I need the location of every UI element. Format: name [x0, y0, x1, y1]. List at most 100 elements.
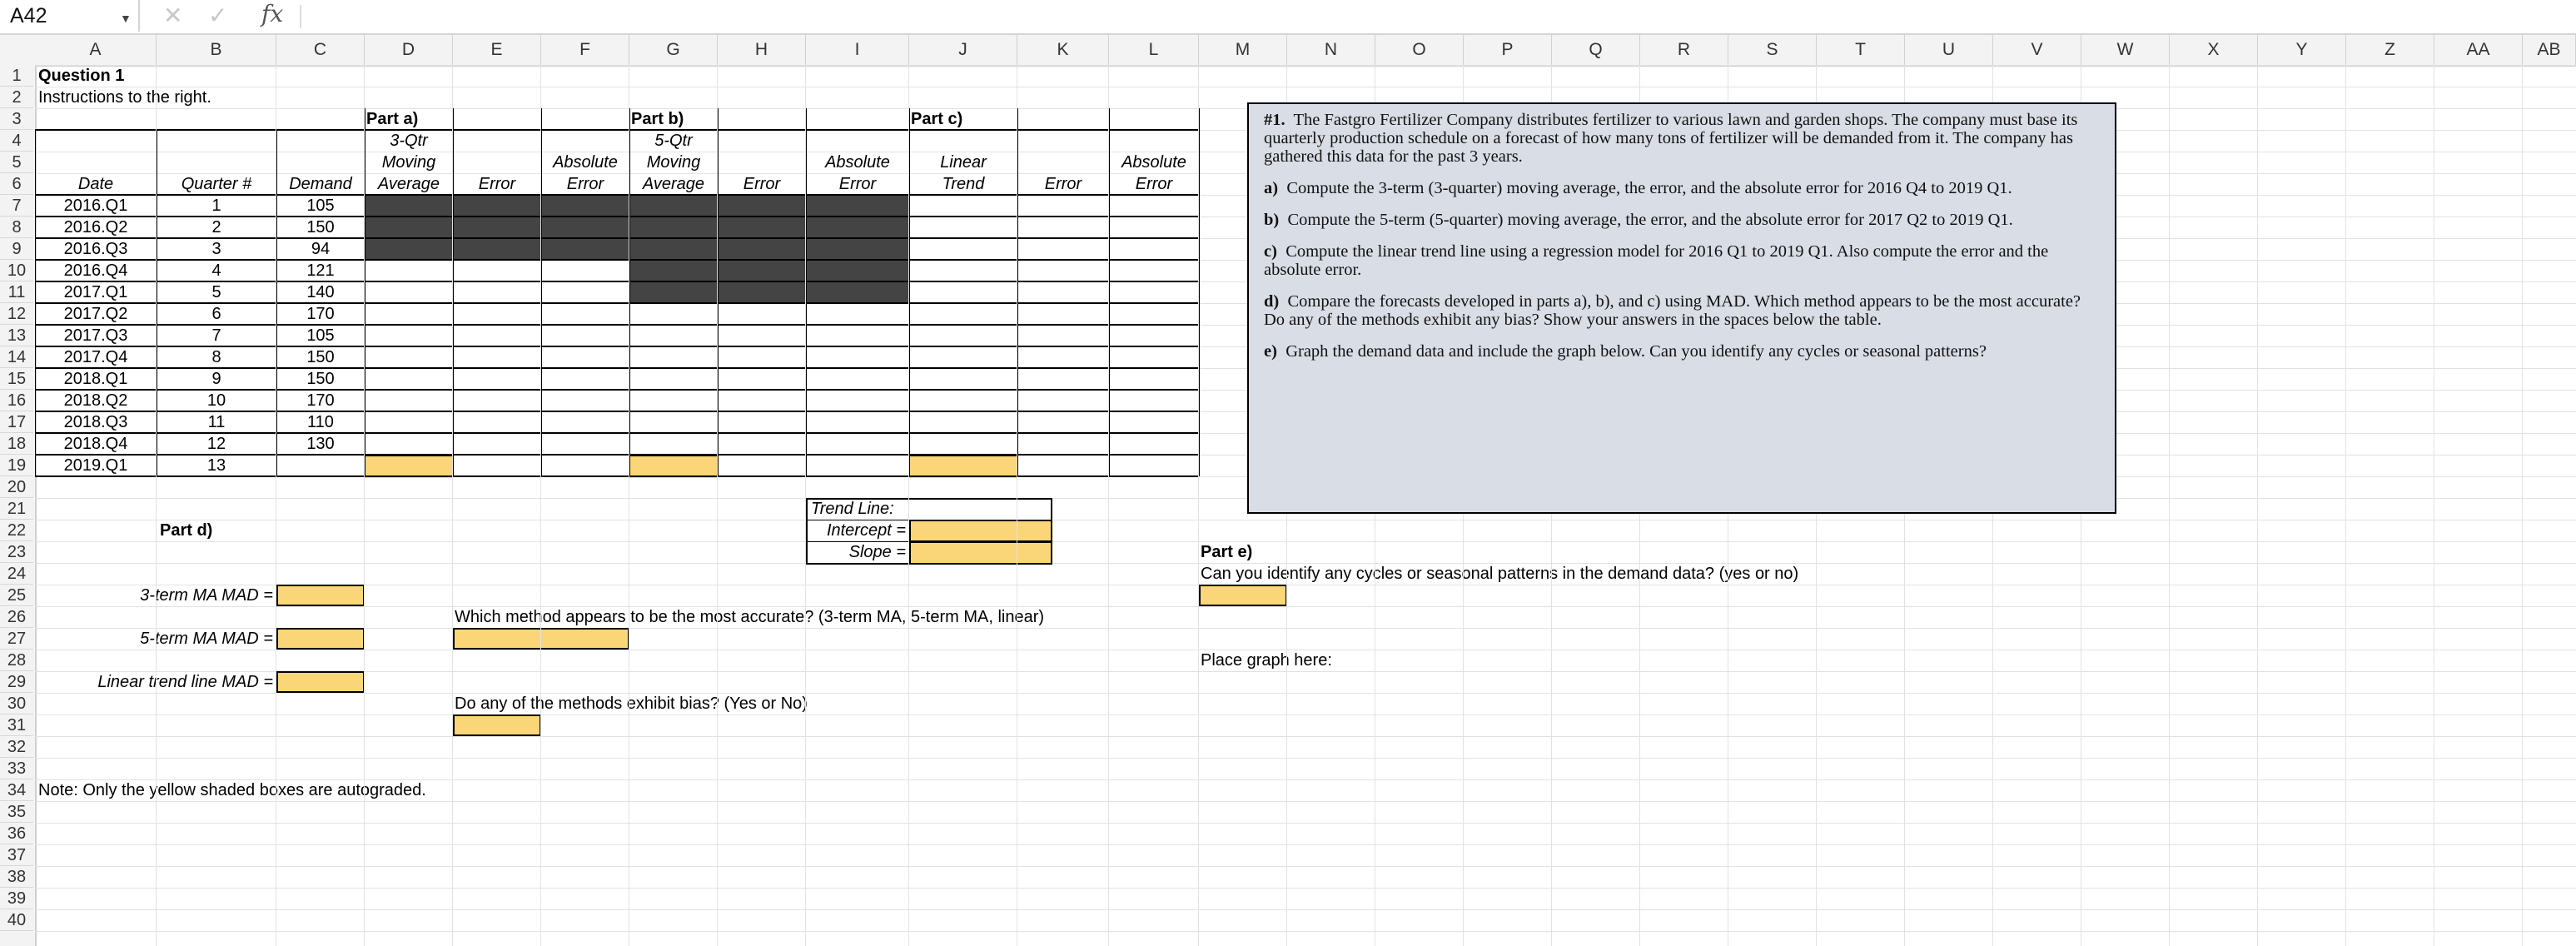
- row-header-7[interactable]: 7: [0, 195, 33, 217]
- cell-date-16[interactable]: 2018.Q2: [35, 390, 157, 411]
- cell-d-12[interactable]: 170: [276, 303, 365, 325]
- row-header-21[interactable]: 21: [0, 498, 33, 520]
- cell-q-19[interactable]: 13: [157, 455, 276, 476]
- column-header-b[interactable]: B: [157, 35, 276, 65]
- cell-date-8[interactable]: 2016.Q2: [35, 217, 157, 238]
- column-header-r[interactable]: R: [1640, 35, 1728, 65]
- row-header-22[interactable]: 22: [0, 520, 33, 541]
- cell-date-10[interactable]: 2016.Q4: [35, 260, 157, 281]
- column-header-k[interactable]: K: [1017, 35, 1109, 65]
- cell-d-10[interactable]: 121: [276, 260, 365, 281]
- cell-d-16[interactable]: 170: [276, 390, 365, 411]
- cell-date-9[interactable]: 2016.Q3: [35, 238, 157, 260]
- row-header-20[interactable]: 20: [0, 476, 33, 498]
- mad-3-input[interactable]: [276, 585, 365, 606]
- cell-date-15[interactable]: 2018.Q1: [35, 368, 157, 390]
- row-header-5[interactable]: 5: [0, 152, 33, 173]
- column-header-f[interactable]: F: [541, 35, 629, 65]
- row-header-37[interactable]: 37: [0, 844, 33, 866]
- column-header-p[interactable]: P: [1464, 35, 1552, 65]
- chevron-down-icon[interactable]: ▼: [120, 12, 132, 25]
- slope-input[interactable]: [909, 541, 1052, 565]
- column-header-c[interactable]: C: [276, 35, 365, 65]
- column-header-y[interactable]: Y: [2258, 35, 2346, 65]
- column-header-aa[interactable]: AA: [2434, 35, 2523, 65]
- row-header-23[interactable]: 23: [0, 541, 33, 563]
- mad-5-input[interactable]: [276, 628, 365, 650]
- cell-d-18[interactable]: 130: [276, 433, 365, 455]
- cell-date-7[interactable]: 2016.Q1: [35, 195, 157, 217]
- name-box[interactable]: A42: [0, 0, 140, 32]
- row-header-17[interactable]: 17: [0, 411, 33, 433]
- column-header-w[interactable]: W: [2081, 35, 2170, 65]
- column-header-t[interactable]: T: [1817, 35, 1905, 65]
- column-header-ab[interactable]: AB: [2523, 35, 2576, 65]
- cell-date-12[interactable]: 2017.Q2: [35, 303, 157, 325]
- row-header-40[interactable]: 40: [0, 909, 33, 931]
- row-header-11[interactable]: 11: [0, 281, 33, 303]
- cell-d-7[interactable]: 105: [276, 195, 365, 217]
- check-icon[interactable]: ✓: [208, 2, 227, 29]
- row-header-15[interactable]: 15: [0, 368, 33, 390]
- answer-5qtr-ma-2019q1[interactable]: [629, 455, 718, 478]
- row-header-29[interactable]: 29: [0, 671, 33, 693]
- cell-q-12[interactable]: 6: [157, 303, 276, 325]
- row-header-6[interactable]: 6: [0, 173, 33, 195]
- cell-date-11[interactable]: 2017.Q1: [35, 281, 157, 303]
- column-header-e[interactable]: E: [453, 35, 541, 65]
- column-header-q[interactable]: Q: [1552, 35, 1640, 65]
- row-header-24[interactable]: 24: [0, 563, 33, 585]
- row-header-18[interactable]: 18: [0, 433, 33, 455]
- cell-d-9[interactable]: 94: [276, 238, 365, 260]
- column-header-h[interactable]: H: [718, 35, 806, 65]
- row-header-13[interactable]: 13: [0, 325, 33, 346]
- row-header-10[interactable]: 10: [0, 260, 33, 281]
- cell-q-16[interactable]: 10: [157, 390, 276, 411]
- column-header-z[interactable]: Z: [2346, 35, 2434, 65]
- row-header-31[interactable]: 31: [0, 714, 33, 736]
- column-header-a[interactable]: A: [35, 35, 157, 65]
- cell-date-19[interactable]: 2019.Q1: [35, 455, 157, 476]
- column-header-v[interactable]: V: [1993, 35, 2081, 65]
- column-header-o[interactable]: O: [1375, 35, 1464, 65]
- row-header-35[interactable]: 35: [0, 801, 33, 823]
- column-header-x[interactable]: X: [2170, 35, 2258, 65]
- column-header-s[interactable]: S: [1728, 35, 1817, 65]
- cell-q-13[interactable]: 7: [157, 325, 276, 346]
- cell-d-8[interactable]: 150: [276, 217, 365, 238]
- cell-d-11[interactable]: 140: [276, 281, 365, 303]
- cell-d-13[interactable]: 105: [276, 325, 365, 346]
- row-header-14[interactable]: 14: [0, 346, 33, 368]
- function-icon[interactable]: fx: [261, 0, 283, 27]
- cell-date-14[interactable]: 2017.Q4: [35, 346, 157, 368]
- column-header-i[interactable]: I: [806, 35, 909, 65]
- column-header-u[interactable]: U: [1905, 35, 1993, 65]
- row-header-19[interactable]: 19: [0, 455, 33, 476]
- row-header-25[interactable]: 25: [0, 585, 33, 606]
- column-header-m[interactable]: M: [1199, 35, 1287, 65]
- instructions-textbox[interactable]: #1. The Fastgro Fertilizer Company distr…: [1247, 102, 2116, 514]
- column-header-g[interactable]: G: [629, 35, 718, 65]
- answer-trend-2019q1[interactable]: [909, 455, 1017, 478]
- column-header-d[interactable]: D: [365, 35, 453, 65]
- row-header-38[interactable]: 38: [0, 866, 33, 888]
- cell-d-15[interactable]: 150: [276, 368, 365, 390]
- column-header-l[interactable]: L: [1109, 35, 1199, 65]
- cell-q-14[interactable]: 8: [157, 346, 276, 368]
- row-header-28[interactable]: 28: [0, 650, 33, 671]
- row-header-32[interactable]: 32: [0, 736, 33, 758]
- cell-q-7[interactable]: 1: [157, 195, 276, 217]
- row-header-39[interactable]: 39: [0, 888, 33, 909]
- cell-q-18[interactable]: 12: [157, 433, 276, 455]
- cell-q-11[interactable]: 5: [157, 281, 276, 303]
- column-header-j[interactable]: J: [909, 35, 1017, 65]
- row-header-8[interactable]: 8: [0, 217, 33, 238]
- cell-d-17[interactable]: 110: [276, 411, 365, 433]
- cell-date-13[interactable]: 2017.Q3: [35, 325, 157, 346]
- cancel-icon[interactable]: ✕: [163, 2, 182, 29]
- row-header-33[interactable]: 33: [0, 758, 33, 779]
- mad-linear-input[interactable]: [276, 671, 365, 693]
- row-header-16[interactable]: 16: [0, 390, 33, 411]
- cell-q-17[interactable]: 11: [157, 411, 276, 433]
- row-header-1[interactable]: 1: [0, 65, 33, 87]
